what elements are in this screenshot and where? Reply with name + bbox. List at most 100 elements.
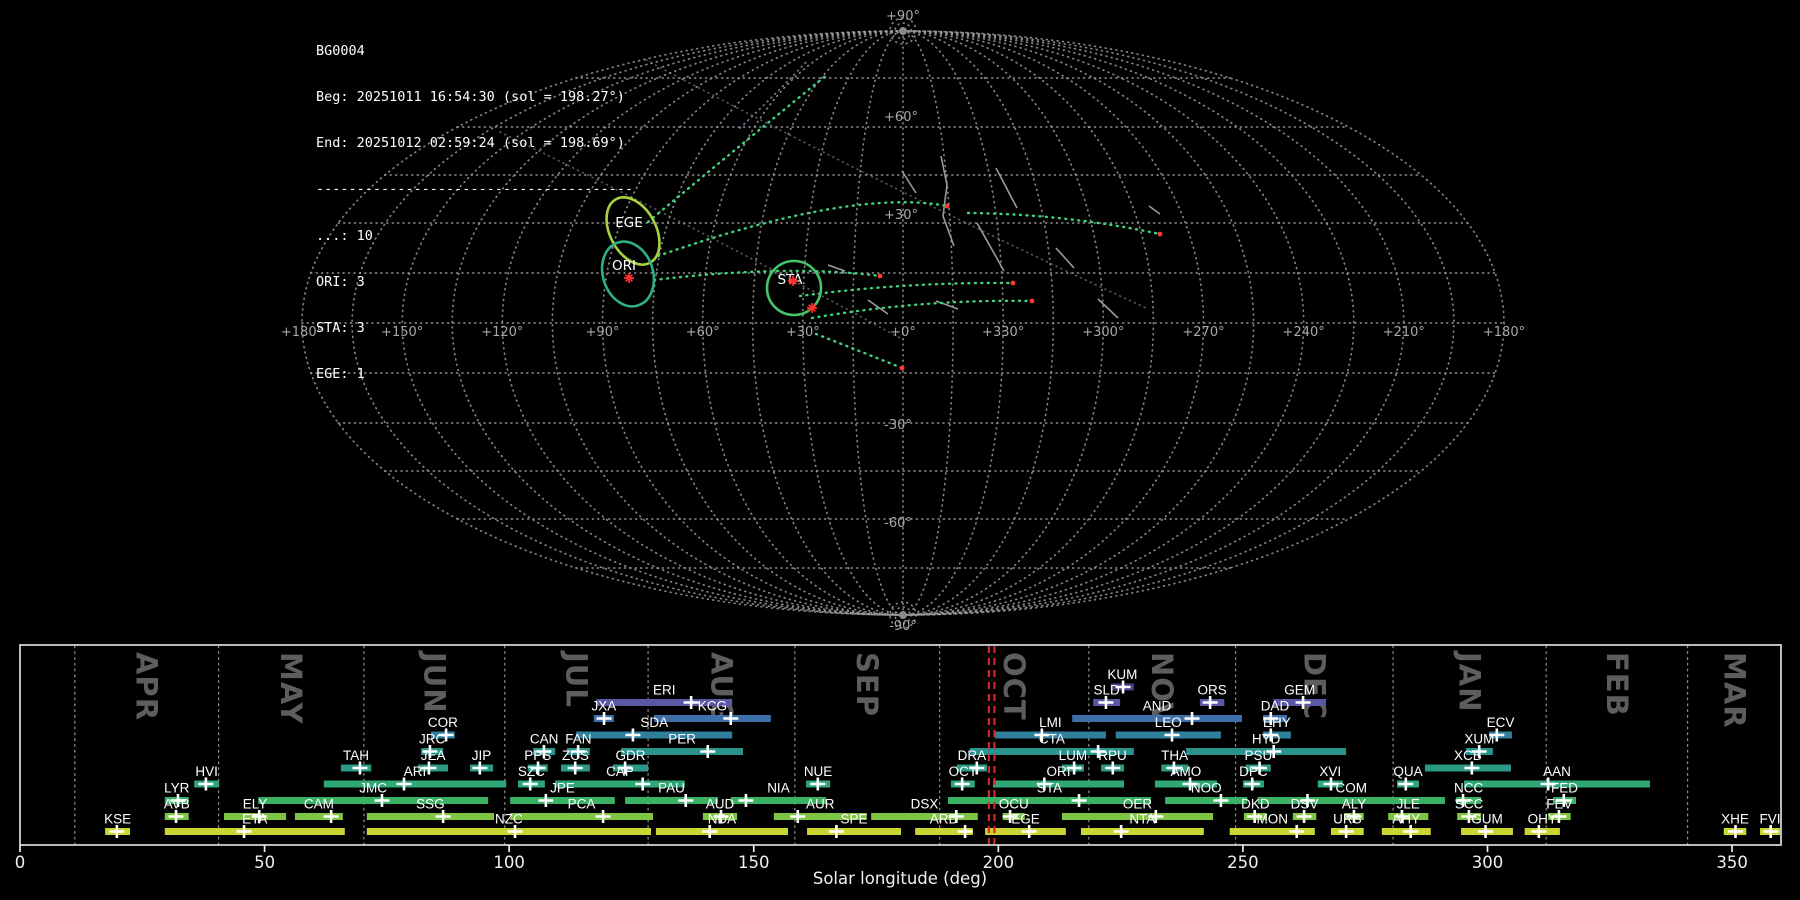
peak-marker-nda — [702, 825, 718, 838]
shower-label-noo: NOO — [1191, 781, 1222, 796]
peak-marker-sda — [625, 728, 641, 742]
sporadic-meteor-trail — [1148, 205, 1161, 215]
shower-label-dsv: DSV — [1291, 797, 1319, 812]
month-label-jun: JUN — [417, 650, 451, 714]
begin-time: Beg: 20251011 16:54:30 (sol = 198.27°) — [316, 89, 625, 106]
month-label-feb: FEB — [1600, 652, 1634, 717]
shower-label-xcb: XCB — [1454, 748, 1482, 763]
shower-bar-spe — [807, 828, 901, 835]
peak-marker-spe — [828, 825, 844, 838]
shower-bar-jmc — [258, 797, 489, 804]
end-time: End: 20251012 02:59:24 (sol = 198.69°) — [316, 135, 625, 152]
peak-marker-urs — [1338, 825, 1354, 838]
grid-extra-arc — [645, 59, 1147, 309]
meteor-end-dot — [1157, 231, 1163, 237]
shower-label-tha: THA — [1161, 748, 1188, 763]
shower-label-ncc: NCC — [1454, 781, 1483, 796]
peak-marker-dpc — [1244, 777, 1260, 791]
sky-map-and-timeline-plot: +90°-90°+180° +150° +120° +90° +60° +30° +0° +3… — [15, 9, 1782, 872]
shower-label-jea: JEA — [421, 748, 446, 763]
shower-label-jip: JIP — [472, 748, 492, 763]
shower-label-ors: ORS — [1197, 683, 1226, 698]
shower-label-nzc: NZC — [495, 812, 523, 827]
shower-label-qua: QUA — [1393, 764, 1422, 779]
shower-label-sda: SDA — [640, 715, 668, 730]
shower-label-jle: JLE — [1397, 797, 1420, 812]
shower-label-gum: GUM — [1471, 812, 1503, 827]
peak-marker-leo — [1164, 728, 1180, 742]
shower-label-fed: FED — [1551, 781, 1578, 796]
shower-label-cap: CAP — [606, 764, 634, 779]
shower-bar-pca — [510, 813, 653, 820]
peak-marker-mon — [1289, 825, 1305, 838]
meteor-end-dot — [944, 203, 950, 209]
grid-meridian-w4 — [701, 30, 904, 616]
lon-label: +60° — [686, 325, 720, 340]
shower-label-dsx: DSX — [911, 797, 939, 812]
shower-bar-jpe — [510, 797, 615, 804]
shower-label-spe: SPE — [841, 812, 868, 827]
sporadic-meteor-trail — [1097, 298, 1119, 319]
peak-marker-eri — [683, 696, 699, 709]
shower-label-rpu: RPU — [1098, 748, 1127, 763]
shower-label-sta: STA — [1037, 781, 1062, 796]
shower-label-dra: DRA — [958, 748, 987, 763]
shower-label-oer: OER — [1123, 797, 1153, 812]
peak-marker-cam — [323, 810, 339, 823]
month-label-jul: JUL — [559, 650, 593, 708]
month-label-apr: APR — [130, 652, 164, 721]
station-id: BG0004 — [316, 42, 365, 59]
peak-marker-ssg — [435, 810, 451, 823]
peak-marker-szc — [522, 777, 538, 791]
shower-label-avb: AVB — [164, 797, 190, 812]
peak-marker-oct — [954, 777, 970, 791]
peak-marker-rpu — [1105, 761, 1121, 775]
peak-marker-avb — [168, 810, 184, 823]
shower-label-lmi: LMI — [1039, 715, 1062, 730]
peak-marker-nzc — [507, 825, 523, 838]
shower-bar-ari — [323, 780, 507, 788]
shower-bar-sda — [576, 731, 733, 739]
peak-marker-gum — [1478, 825, 1494, 838]
peak-marker-per — [700, 745, 716, 758]
shower-label-lum: LUM — [1059, 748, 1088, 763]
meteor-end-dot — [1029, 298, 1035, 304]
shower-label-scc: SCC — [1455, 797, 1484, 812]
peak-marker-ard — [957, 825, 973, 838]
shower-label-hyd: HYD — [1252, 732, 1281, 747]
shower-label-oct: OCT — [949, 764, 978, 779]
shower-label-fan: FAN — [565, 732, 591, 747]
shower-label-aan: AAN — [1543, 764, 1571, 779]
sporadic-meteor-trail — [827, 264, 846, 272]
peak-marker-xcb — [1464, 761, 1480, 775]
shower-label-hvi: HVI — [195, 764, 218, 779]
shower-label-mon: MON — [1257, 812, 1289, 827]
shower-label-kum: KUM — [1107, 667, 1137, 682]
count-ege: EGE: 1 — [316, 366, 365, 383]
peak-marker-hvi — [198, 777, 214, 791]
lon-label: +0° — [890, 325, 916, 340]
shower-label-dpc: DPC — [1239, 764, 1268, 779]
shower-label-kcg: KCG — [698, 699, 727, 714]
shower-label-can: CAN — [530, 732, 559, 747]
peak-marker-dsv — [1296, 810, 1312, 823]
shower-label-cta: CTA — [1039, 732, 1065, 747]
x-axis-title: Solar longitude (deg) — [812, 869, 988, 888]
peak-marker-jpe — [538, 794, 554, 807]
peak-marker-sld — [1098, 696, 1114, 709]
pole-label-north: +90° — [886, 9, 920, 24]
peak-marker-and — [1184, 712, 1200, 725]
shower-label-pca: PCA — [568, 797, 596, 812]
shower-label-amo: AMO — [1171, 764, 1202, 779]
shower-label-eri: ERI — [653, 683, 676, 698]
lon-label: +330° — [982, 325, 1024, 340]
shower-label-eta: ETA — [242, 812, 267, 827]
shower-label-sld: SLD — [1094, 683, 1121, 698]
shower-bar-nta — [1081, 828, 1204, 835]
shower-label-fev: FEV — [1546, 797, 1572, 812]
shower-label-per: PER — [668, 732, 696, 747]
count-sporadic: ...: 10 — [316, 227, 373, 244]
count-sta: STA: 3 — [316, 320, 365, 337]
shower-bar-eta — [164, 828, 345, 835]
legend-divider: --------------------------------------- — [316, 181, 633, 198]
